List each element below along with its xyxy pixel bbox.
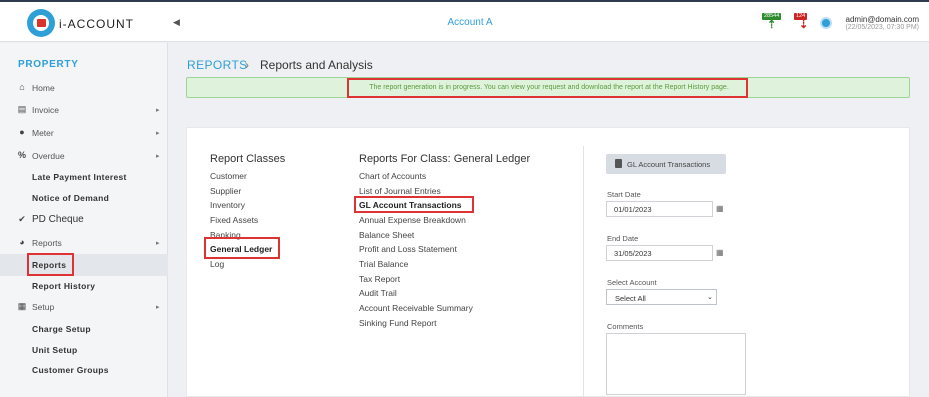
- account-select[interactable]: Select All ⌄: [606, 289, 717, 305]
- chevron-right-icon: ▸: [156, 240, 160, 247]
- sidebar-item-label: Invoice: [32, 105, 59, 115]
- sidebar-item-label: Charge Setup: [32, 324, 91, 334]
- sidebar-item-label: Overdue: [32, 151, 65, 161]
- sidebar-item-label: Unit Setup: [32, 345, 78, 355]
- sidebar-item-label: Home: [32, 83, 55, 93]
- sidebar: PROPERTY ⌂ Home ▤ Invoice ▸ ● Meter ▸ % …: [0, 43, 168, 397]
- report-chart-of-accounts[interactable]: Chart of Accounts: [359, 171, 426, 181]
- chevron-right-icon: ▸: [156, 130, 160, 137]
- sidebar-item-reports-sub[interactable]: Reports: [0, 254, 168, 276]
- sidebar-item-late-payment-interest[interactable]: Late Payment Interest: [0, 167, 168, 187]
- sidebar-item-charge-setup[interactable]: Charge Setup: [0, 319, 168, 339]
- arrow-down-icon: ⇣: [799, 19, 809, 31]
- file-icon: [615, 159, 622, 168]
- start-date-label: Start Date: [607, 190, 641, 199]
- column-divider: [583, 146, 584, 397]
- sidebar-item-pd-cheque[interactable]: ✔ PD Cheque: [0, 210, 168, 230]
- user-login-time: (22/05/2023, 07:30 PM): [845, 24, 919, 31]
- sidebar-item-meter[interactable]: ● Meter ▸: [0, 123, 168, 143]
- sidebar-item-reports[interactable]: ◕ Reports ▸: [0, 233, 168, 253]
- check-icon: ✔: [18, 214, 26, 224]
- percent-icon: %: [17, 150, 26, 160]
- report-panel: [186, 127, 910, 397]
- sidebar-item-label: Late Payment Interest: [32, 172, 127, 182]
- sidebar-item-label: Reports: [32, 238, 62, 248]
- report-audit-trail[interactable]: Audit Trail: [359, 288, 397, 298]
- chevron-right-icon: ▸: [156, 304, 160, 311]
- sidebar-item-home[interactable]: ⌂ Home: [0, 78, 168, 98]
- report-trial-balance[interactable]: Trial Balance: [359, 259, 408, 269]
- report-list-of-journal-entries[interactable]: List of Journal Entries: [359, 186, 441, 196]
- highlight-box-general-ledger: [204, 237, 280, 259]
- report-annual-expense-breakdown[interactable]: Annual Expense Breakdown: [359, 215, 466, 225]
- calendar-icon[interactable]: ▦: [716, 248, 724, 257]
- invoice-icon: ▤: [17, 104, 27, 114]
- breadcrumb-separator: ›: [245, 58, 249, 72]
- start-date-input[interactable]: 01/01/2023: [606, 201, 713, 217]
- report-sinking-fund[interactable]: Sinking Fund Report: [359, 318, 437, 328]
- arrow-up-icon: ⇡: [767, 19, 777, 31]
- report-class-log[interactable]: Log: [210, 259, 224, 269]
- report-balance-sheet[interactable]: Balance Sheet: [359, 230, 414, 240]
- top-bar: i-ACCOUNT ◀ Account A 28544 ⇡ 124 ⇣ admi…: [0, 2, 929, 42]
- sidebar-item-label: Customer Groups: [32, 365, 109, 375]
- report-classes-title: Report Classes: [210, 153, 286, 165]
- grid-icon: ▦: [17, 301, 27, 311]
- notification-badge-green[interactable]: 28544 ⇡: [762, 13, 784, 33]
- sidebar-item-label: Report History: [32, 281, 96, 291]
- sidebar-item-setup[interactable]: ▦ Setup ▸: [0, 297, 168, 317]
- reports-for-class-title: Reports For Class: General Ledger: [359, 153, 531, 165]
- account-selector[interactable]: Account A: [420, 17, 520, 28]
- report-tax-report[interactable]: Tax Report: [359, 274, 400, 284]
- sidebar-item-label: PD Cheque: [32, 214, 84, 225]
- drop-icon: ●: [19, 127, 25, 137]
- sidebar-item-invoice[interactable]: ▤ Invoice ▸: [0, 100, 168, 120]
- logo-icon[interactable]: [27, 9, 55, 37]
- sidebar-item-customer-groups[interactable]: Customer Groups: [0, 360, 168, 380]
- user-avatar-icon[interactable]: [820, 17, 832, 29]
- end-date-input[interactable]: 31/05/2023: [606, 245, 713, 261]
- sidebar-item-overdue[interactable]: % Overdue ▸: [0, 146, 168, 166]
- pie-chart-icon: ◕: [19, 237, 25, 247]
- comments-label: Comments: [607, 322, 644, 331]
- select-account-label: Select Account: [607, 278, 657, 287]
- report-profit-and-loss[interactable]: Profit and Loss Statement: [359, 244, 457, 254]
- chevron-down-icon: ⌄: [707, 294, 713, 301]
- notification-badge-red[interactable]: 124 ⇣: [794, 13, 816, 33]
- highlight-box-gl-account-transactions: [354, 196, 474, 213]
- end-date-label: End Date: [607, 234, 639, 243]
- highlight-box-sidebar-reports: [27, 253, 74, 276]
- app-title: i-ACCOUNT: [59, 17, 134, 31]
- account-select-value: Select All: [615, 294, 646, 303]
- sidebar-item-label: Setup: [32, 302, 55, 312]
- sidebar-item-unit-setup[interactable]: Unit Setup: [0, 340, 168, 360]
- breadcrumb-root[interactable]: REPORTS: [187, 58, 248, 72]
- report-class-customer[interactable]: Customer: [210, 171, 247, 181]
- sidebar-item-report-history[interactable]: Report History: [0, 276, 168, 296]
- comments-textarea[interactable]: [606, 333, 746, 395]
- sidebar-item-label: Meter: [32, 128, 54, 138]
- user-email[interactable]: admin@domain.com: [846, 15, 919, 24]
- sidebar-item-notice-of-demand[interactable]: Notice of Demand: [0, 188, 168, 208]
- calendar-icon[interactable]: ▦: [716, 204, 724, 213]
- report-class-inventory[interactable]: Inventory: [210, 200, 245, 210]
- report-class-fixed-assets[interactable]: Fixed Assets: [210, 215, 258, 225]
- collapse-sidebar-icon[interactable]: ◀: [173, 17, 180, 28]
- chevron-right-icon: ▸: [156, 107, 160, 114]
- page-title: Reports and Analysis: [260, 58, 373, 72]
- home-icon: ⌂: [19, 82, 25, 92]
- report-account-receivable-summary[interactable]: Account Receivable Summary: [359, 303, 473, 313]
- button-label: GL Account Transactions: [627, 160, 711, 169]
- generate-report-button[interactable]: GL Account Transactions: [606, 154, 726, 174]
- sidebar-title: PROPERTY: [18, 59, 79, 70]
- sidebar-item-label: Notice of Demand: [32, 193, 110, 203]
- highlight-box-alert: [347, 78, 748, 98]
- report-class-supplier[interactable]: Supplier: [210, 186, 241, 196]
- chevron-right-icon: ▸: [156, 153, 160, 160]
